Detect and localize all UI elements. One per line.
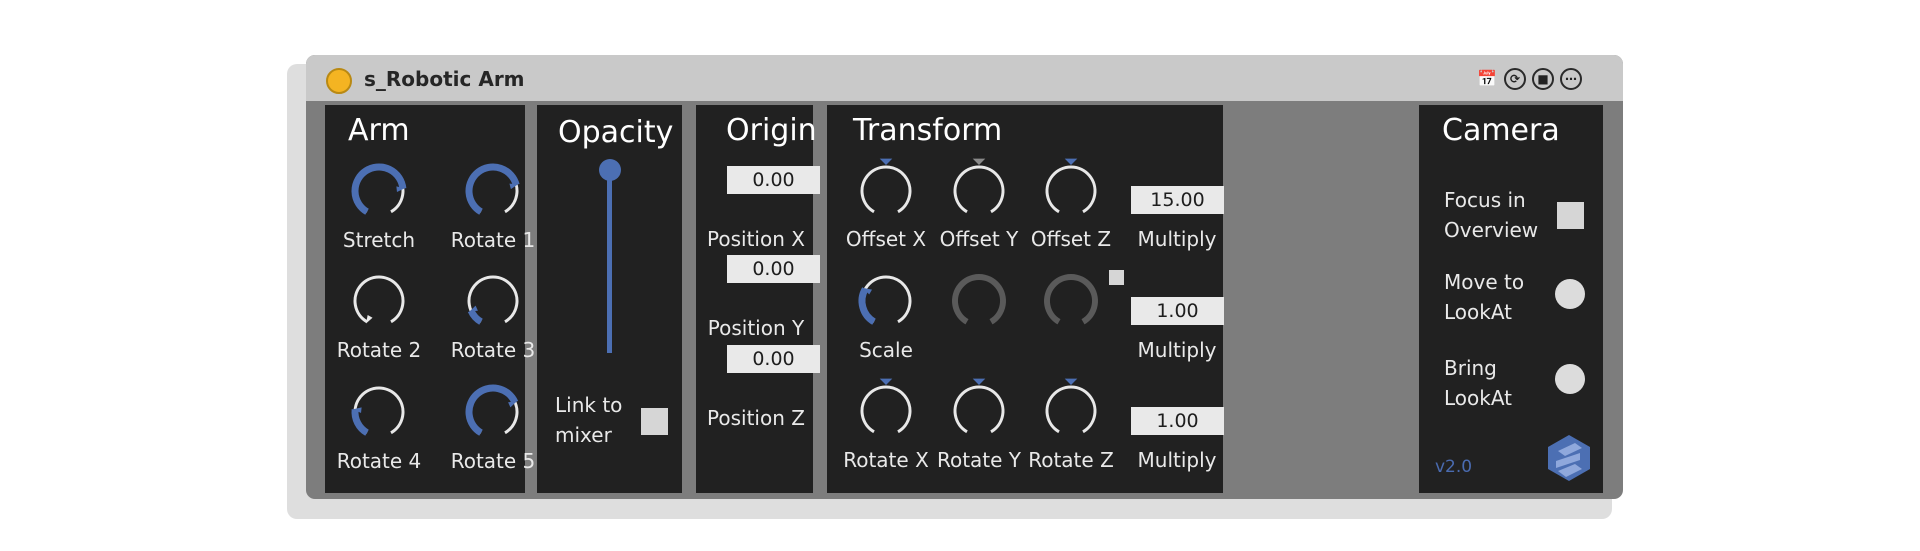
calendar-icon[interactable]: 📅 — [1476, 68, 1498, 90]
offset-z-knob[interactable] — [1037, 155, 1105, 223]
rotate-2-label: Rotate 2 — [336, 338, 422, 362]
more-icon[interactable]: ⋯ — [1560, 68, 1582, 90]
bring-lookat-button[interactable] — [1555, 364, 1585, 394]
scale-knob[interactable] — [852, 265, 920, 333]
stretch-knob[interactable] — [345, 155, 413, 223]
scale-lock-checkbox[interactable] — [1109, 270, 1124, 285]
focus-overview-checkbox[interactable] — [1557, 202, 1584, 229]
multiply-rotate-label: Multiply — [1137, 448, 1217, 472]
stretch-label: Stretch — [342, 228, 416, 252]
arm-title: Arm — [348, 113, 410, 148]
rotate-5-knob[interactable] — [459, 376, 527, 444]
focus-overview-label: Focus in Overview — [1444, 188, 1539, 242]
multiply-scale-label: Multiply — [1137, 338, 1217, 362]
rotate-4-label: Rotate 4 — [336, 449, 422, 473]
rotate-z-label: Rotate Z — [1028, 448, 1114, 472]
move-to-lookat-label: Move to LookAt — [1444, 270, 1525, 324]
opacity-slider-handle[interactable] — [599, 159, 621, 181]
multiply-rotate-field[interactable]: 1.00 — [1131, 407, 1224, 435]
rotate-z-knob[interactable] — [1037, 375, 1105, 443]
rotate-x-label: Rotate X — [843, 448, 929, 472]
opacity-title: Opacity — [558, 115, 674, 150]
multiply-offset-field[interactable]: 15.00 — [1131, 186, 1224, 214]
version-label: v2.0 — [1435, 457, 1473, 477]
offset-z-label: Offset Z — [1030, 227, 1112, 251]
position-x-label: Position X — [707, 227, 805, 251]
origin-panel: Origin 0.00 Position X 0.00 Position Y 0… — [696, 105, 820, 493]
disabled-knob-1 — [945, 265, 1013, 333]
rotate-3-knob[interactable] — [459, 265, 527, 333]
rotate-1-label: Rotate 1 — [450, 228, 536, 252]
title-bar: s_Robotic Arm 📅 ⟳ ■ ⋯ — [306, 55, 1623, 101]
link-to-mixer-checkbox[interactable] — [641, 408, 668, 435]
rotate-2-knob[interactable] — [345, 265, 413, 333]
offset-x-label: Offset X — [845, 227, 927, 251]
logo-icon — [1548, 435, 1590, 481]
multiply-offset-label: Multiply — [1137, 227, 1217, 251]
scale-label: Scale — [859, 338, 913, 362]
position-z-label: Position Z — [707, 406, 805, 430]
arm-panel: Arm Stretch Rotate 1 Rotate 2 Rotate 3 R… — [325, 105, 535, 493]
move-to-lookat-button[interactable] — [1555, 279, 1585, 309]
camera-panel: Camera Focus in Overview Move to LookAt … — [1419, 105, 1603, 493]
origin-title: Origin — [726, 113, 817, 148]
rotate-1-knob[interactable] — [459, 155, 527, 223]
offset-y-label: Offset Y — [939, 227, 1019, 251]
position-x-field[interactable]: 0.00 — [727, 166, 820, 194]
transform-title: Transform — [853, 113, 1003, 148]
refresh-icon[interactable]: ⟳ — [1504, 68, 1526, 90]
transform-panel: Transform Offset X Offset Y Offset Z Sca… — [827, 105, 1224, 493]
link-to-mixer-label: Link to mixer — [555, 393, 623, 447]
disabled-knob-2 — [1037, 265, 1105, 333]
rotate-3-label: Rotate 3 — [450, 338, 536, 362]
offset-x-knob[interactable] — [852, 155, 920, 223]
device-title: s_Robotic Arm — [364, 67, 525, 91]
position-z-field[interactable]: 0.00 — [727, 345, 820, 373]
save-icon[interactable]: ■ — [1532, 68, 1554, 90]
opacity-panel: Opacity Link to mixer — [537, 105, 682, 493]
position-y-label: Position Y — [707, 316, 805, 340]
opacity-slider-track[interactable] — [607, 170, 612, 353]
position-y-field[interactable]: 0.00 — [727, 255, 820, 283]
device-frame: s_Robotic Arm 📅 ⟳ ■ ⋯ Arm Stretch Rotate… — [306, 55, 1623, 499]
multiply-scale-field[interactable]: 1.00 — [1131, 297, 1224, 325]
device-power-button[interactable] — [326, 68, 352, 94]
offset-y-knob[interactable] — [945, 155, 1013, 223]
rotate-y-knob[interactable] — [945, 375, 1013, 443]
rotate-x-knob[interactable] — [852, 375, 920, 443]
rotate-y-label: Rotate Y — [936, 448, 1022, 472]
rotate-5-label: Rotate 5 — [450, 449, 536, 473]
camera-title: Camera — [1442, 113, 1560, 148]
rotate-4-knob[interactable] — [345, 376, 413, 444]
bring-lookat-label: Bring LookAt — [1444, 356, 1513, 410]
